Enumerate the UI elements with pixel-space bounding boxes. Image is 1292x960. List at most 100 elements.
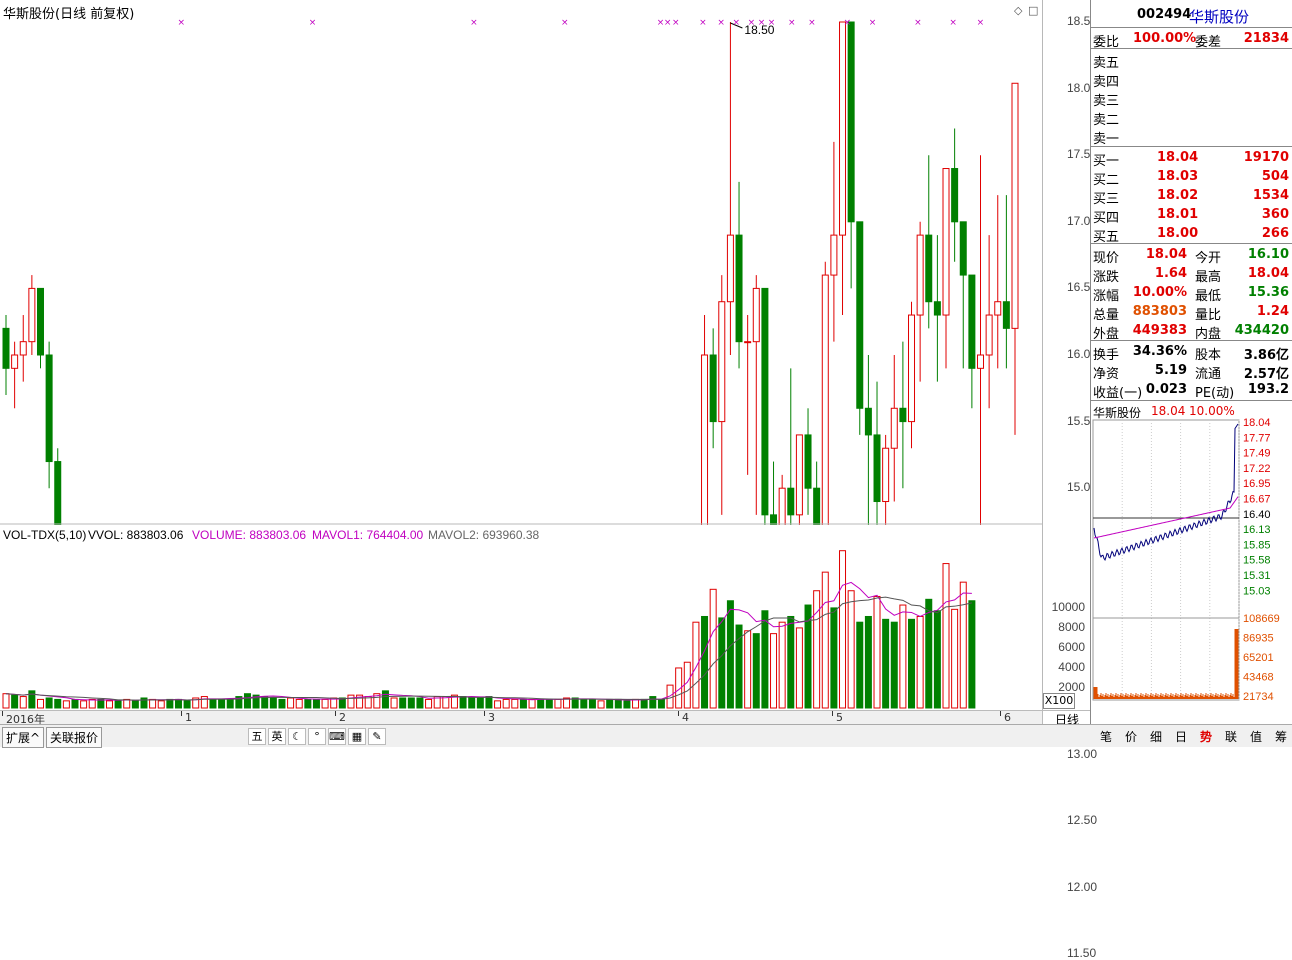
buy-row[interactable]: 买二 18.03 504 xyxy=(1093,168,1291,188)
ime-five-icon[interactable]: 五 xyxy=(248,728,266,745)
event-marker[interactable]: × xyxy=(869,18,877,28)
volume-bar xyxy=(787,615,795,709)
right-tab[interactable]: 细 xyxy=(1144,728,1168,745)
buy-row[interactable]: 买一 18.04 19170 xyxy=(1093,149,1291,169)
price-tick: 13.00 xyxy=(1067,746,1098,761)
mini-price-tick: 16.95 xyxy=(1243,478,1271,490)
period-label[interactable]: 日线 xyxy=(1042,710,1091,727)
event-marker[interactable]: × xyxy=(561,18,569,28)
candle xyxy=(45,341,53,489)
bottom-toolbar: 扩展^ 关联报价 五 英 ☾ ° ⌨ ▦ ✎ xyxy=(0,724,1090,748)
square-icon[interactable]: □ xyxy=(1028,4,1038,17)
volume-svg[interactable] xyxy=(0,525,1042,710)
event-marker[interactable]: × xyxy=(732,18,740,28)
event-marker[interactable]: × xyxy=(717,18,725,28)
candle xyxy=(778,474,786,582)
volume-tick: 4000 xyxy=(1058,659,1085,674)
event-marker[interactable]: × xyxy=(178,18,186,28)
volume-bar xyxy=(640,698,648,709)
volume-bar xyxy=(131,700,139,709)
volume-bar xyxy=(726,600,734,709)
kline-chart[interactable]: 18.5011.22×××××××××××××××××××× xyxy=(0,0,1042,960)
right-tab[interactable]: 笔 xyxy=(1094,728,1118,745)
volume-bar xyxy=(649,696,657,709)
buy-row[interactable]: 买四 18.01 360 xyxy=(1093,206,1291,226)
event-marker[interactable]: × xyxy=(949,18,957,28)
date-tick-mark xyxy=(832,711,833,716)
wrench-icon[interactable]: ✎ xyxy=(368,728,386,745)
event-marker[interactable]: × xyxy=(672,18,680,28)
ime-english-icon[interactable]: 英 xyxy=(268,728,286,745)
volume-tick: 10000 xyxy=(1051,599,1085,614)
volume-bar xyxy=(45,697,53,709)
volume-bar xyxy=(744,630,752,709)
buy-row[interactable]: 买五 18.00 266 xyxy=(1093,225,1291,245)
mini-vol-tick: 43468 xyxy=(1243,672,1274,684)
moon-icon[interactable]: ☾ xyxy=(288,728,306,745)
volume-axis: X100 10000 8000 6000 4000 2000 xyxy=(1042,525,1091,710)
event-marker[interactable]: × xyxy=(914,18,922,28)
candle xyxy=(718,275,726,515)
volume-tick: 6000 xyxy=(1058,639,1085,654)
event-marker[interactable]: × xyxy=(748,18,756,28)
right-tab[interactable]: 日 xyxy=(1169,728,1193,745)
mini-vol-tick: 86935 xyxy=(1243,633,1274,645)
event-marker[interactable]: × xyxy=(664,18,672,28)
volume-bar xyxy=(485,696,493,709)
right-tab[interactable]: 筹 xyxy=(1269,728,1292,745)
event-marker[interactable]: × xyxy=(788,18,796,28)
buy-price: 18.00 xyxy=(1157,226,1199,241)
right-tab[interactable]: 势 xyxy=(1194,728,1218,745)
price-tick: 12.50 xyxy=(1067,813,1098,828)
volume-bar xyxy=(80,700,88,709)
volume-bar xyxy=(856,621,864,709)
candle xyxy=(864,355,872,569)
date-tick: 2 xyxy=(339,711,346,724)
mini-pct: 10.00% xyxy=(1189,404,1235,418)
candle xyxy=(2,315,10,395)
stat-value: 16.10 xyxy=(1247,247,1289,262)
mini-vol-tick: 108669 xyxy=(1243,613,1280,625)
candle xyxy=(882,434,890,542)
stat-row: 外盘 449383 内盘 434420 xyxy=(1093,322,1291,342)
event-marker[interactable]: × xyxy=(843,18,851,28)
volume-bar xyxy=(105,700,113,709)
kline-svg[interactable]: 18.5011.22×××××××××××××××××××× xyxy=(0,0,1042,960)
candle xyxy=(813,461,821,582)
right-tab[interactable]: 联 xyxy=(1219,728,1243,745)
event-marker[interactable]: × xyxy=(309,18,317,28)
event-marker[interactable]: × xyxy=(699,18,707,28)
related-quote-tab[interactable]: 关联报价 xyxy=(46,727,103,748)
volume-bar xyxy=(795,627,803,709)
volume-bar xyxy=(407,697,415,709)
event-marker[interactable]: × xyxy=(470,18,478,28)
candle xyxy=(1011,82,1019,435)
buy-volume: 360 xyxy=(1261,207,1289,222)
mini-price-tick: 18.04 xyxy=(1243,418,1271,429)
diamond-icon[interactable]: ◇ xyxy=(1014,4,1022,17)
expand-tab[interactable]: 扩展^ xyxy=(2,727,45,748)
event-marker[interactable]: × xyxy=(768,18,776,28)
volume-bar xyxy=(287,697,295,709)
punct-icon[interactable]: ° xyxy=(308,728,326,745)
volume-bar xyxy=(942,563,950,709)
candle xyxy=(28,275,36,355)
volume-bar xyxy=(269,697,277,709)
volume-chart[interactable] xyxy=(0,525,1042,710)
intraday-mini-chart[interactable]: 18.04 17.77 17.49 17.22 16.95 16.67 16.40 16.13… xyxy=(1091,418,1292,718)
event-marker[interactable]: × xyxy=(808,18,816,28)
chart-title: 华斯股份(日线 前复权) xyxy=(3,7,135,22)
right-tab[interactable]: 值 xyxy=(1244,728,1268,745)
vol-unit-box: X100 xyxy=(1043,693,1075,709)
event-marker[interactable]: × xyxy=(977,18,985,28)
buy-row[interactable]: 买三 18.02 1534 xyxy=(1093,187,1291,207)
volume-bar xyxy=(468,697,476,709)
stat-label: 最高 xyxy=(1195,270,1222,285)
volume-bar xyxy=(882,618,890,709)
event-marker[interactable]: × xyxy=(758,18,766,28)
grid-icon[interactable]: ▦ xyxy=(348,728,366,745)
volume-bar xyxy=(657,698,665,709)
volume-bar xyxy=(54,698,62,709)
keyboard-icon[interactable]: ⌨ xyxy=(328,728,346,745)
right-tab[interactable]: 价 xyxy=(1119,728,1143,745)
